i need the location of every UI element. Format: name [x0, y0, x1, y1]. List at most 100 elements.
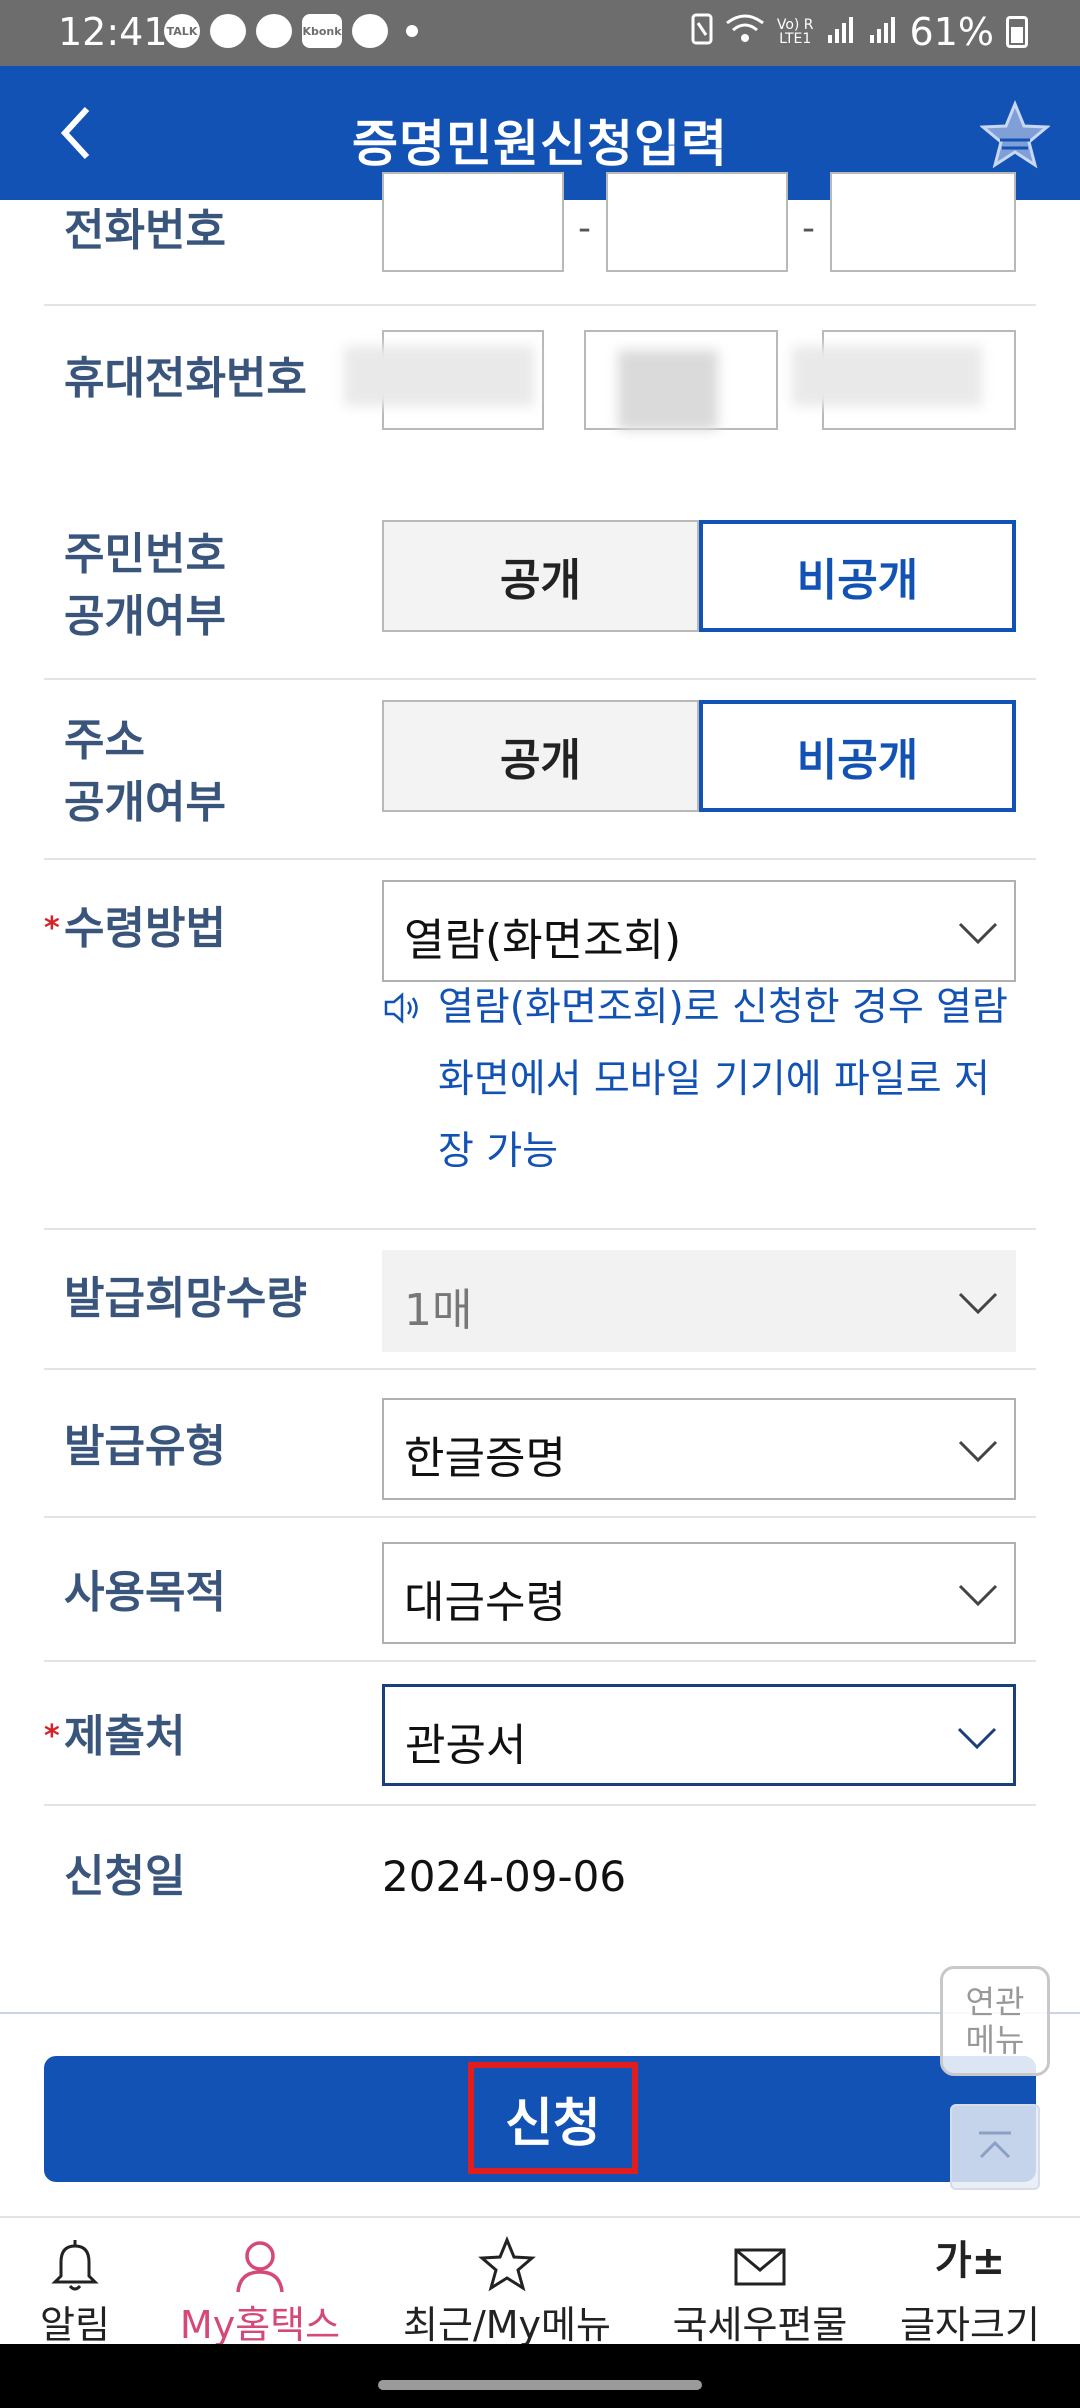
rrn-public-row: 주민번호 공개여부 공개 비공개	[44, 506, 1036, 680]
phone-field-2[interactable]	[606, 172, 788, 272]
submit-to-label: * 제출처	[44, 1706, 186, 1768]
apply-date-value: 2024-09-06	[382, 1852, 627, 1901]
phone-dash-1: -	[578, 208, 591, 249]
redacted-mobile-2	[618, 350, 718, 430]
kakaotalk-icon: TALK	[164, 14, 200, 48]
issue-quantity-value: 1매	[404, 1285, 473, 1336]
signal-icon-2	[868, 10, 898, 54]
more-dot-icon	[406, 25, 418, 37]
status-indicators: Vo) R LTE1 61%	[691, 10, 1028, 54]
phone-field-1[interactable]	[382, 172, 564, 272]
system-nav-bar	[0, 2344, 1080, 2408]
submit-to-select[interactable]: 관공서	[382, 1684, 1016, 1786]
required-mark: *	[44, 1719, 60, 1754]
chevron-down-icon	[958, 1584, 998, 1607]
purpose-label: 사용목적	[64, 1567, 226, 1618]
scroll-top-button[interactable]	[950, 2104, 1040, 2190]
addr-private-option[interactable]: 비공개	[699, 700, 1016, 812]
person-icon	[236, 2241, 284, 2293]
addr-label-line1: 주소	[64, 715, 145, 766]
phone-label: 전화번호	[64, 205, 226, 256]
purpose-row: 사용목적 대금수령	[44, 1518, 1036, 1662]
chevron-down-icon	[958, 922, 998, 945]
tab-alarm-label: 알림	[40, 2303, 110, 2347]
arrow-up-icon	[979, 2131, 1011, 2159]
nfc-icon	[691, 10, 713, 54]
purpose-select[interactable]: 대금수령	[382, 1542, 1016, 1644]
rrn-public-option[interactable]: 공개	[382, 520, 699, 632]
bottom-tab-bar: 알림 My홈택스 최근/My메뉴 국세우편물 가± 글자크기	[0, 2216, 1080, 2347]
wifi-icon	[725, 10, 765, 54]
related-menu-line2: 메뉴	[965, 2021, 1025, 2059]
issue-type-row: 발급유형 한글증명	[44, 1370, 1036, 1518]
chevron-down-icon	[958, 1292, 998, 1315]
tab-recent-menu[interactable]: 최근/My메뉴	[385, 2218, 629, 2347]
mobile-row: 휴대전화번호	[44, 306, 1036, 506]
submit-to-text: 제출처	[64, 1711, 186, 1762]
status-bar: 12:41 TALK Kbonk Vo) R LTE1 61%	[0, 0, 1080, 66]
page-title: 증명민원신청입력	[352, 115, 728, 173]
receive-method-label: * 수령방법	[44, 898, 226, 960]
addr-label-line2: 공개여부	[64, 777, 226, 828]
receive-method-note: 열람(화면조회)로 신청한 경우 열람화면에서 모바일 기기에 파일로 저장 가…	[382, 972, 1022, 1188]
rrn-label-line2: 공개여부	[64, 591, 226, 642]
issue-quantity-select[interactable]: 1매	[382, 1250, 1016, 1352]
favorite-button[interactable]	[979, 100, 1051, 170]
rrn-public-label: 주민번호 공개여부	[64, 524, 226, 648]
tab-my-hometax-label: My홈택스	[179, 2303, 341, 2347]
required-mark: *	[44, 911, 60, 946]
speaker-icon	[384, 992, 418, 1024]
addr-public-row: 주소 공개여부 공개 비공개	[44, 680, 1036, 860]
apply-date-label: 신청일	[64, 1851, 186, 1902]
issue-quantity-row: 발급희망수량 1매	[44, 1230, 1036, 1370]
chevron-down-icon	[957, 1727, 997, 1750]
network-type: Vo) R LTE1	[777, 18, 814, 46]
phone-dash-2: -	[802, 208, 815, 249]
tab-alarm[interactable]: 알림	[0, 2218, 150, 2347]
tab-recent-menu-label: 최근/My메뉴	[403, 2303, 611, 2347]
screen: 12:41 TALK Kbonk Vo) R LTE1 61% 증명민원신청입력…	[0, 0, 1080, 2408]
purpose-value: 대금수령	[404, 1577, 566, 1628]
battery-percent: 61%	[909, 10, 994, 54]
addr-public-label: 주소 공개여부	[64, 710, 226, 834]
related-menu-line1: 연관	[965, 1983, 1025, 2021]
mobile-label: 휴대전화번호	[64, 353, 307, 404]
tab-tax-mail[interactable]: 국세우편물	[655, 2218, 865, 2347]
issue-type-value: 한글증명	[404, 1433, 566, 1484]
status-time: 12:41	[58, 10, 168, 54]
network-bottom-text: LTE1	[779, 31, 812, 47]
receive-method-row: * 수령방법 열람(화면조회) 열람(화면조회)로 신청한 경우 열람화면에서 …	[44, 860, 1036, 1230]
rrn-private-option[interactable]: 비공개	[699, 520, 1016, 632]
issue-type-select[interactable]: 한글증명	[382, 1398, 1016, 1500]
tab-font-size[interactable]: 가± 글자크기	[890, 2218, 1050, 2347]
addr-public-toggle: 공개 비공개	[382, 700, 1016, 812]
section-divider	[0, 2012, 1080, 2014]
phone-field-3[interactable]	[830, 172, 1016, 272]
tab-font-size-label: 글자크기	[900, 2303, 1040, 2347]
redacted-mobile-1	[344, 346, 534, 406]
submit-to-value: 관공서	[405, 1720, 527, 1771]
font-size-icon: 가±	[934, 2238, 1006, 2284]
submit-button-label[interactable]: 신청	[468, 2062, 638, 2174]
rrn-label-line1: 주민번호	[64, 529, 226, 580]
receive-method-select[interactable]: 열람(화면조회)	[382, 880, 1016, 982]
related-menu-button[interactable]: 연관 메뉴	[940, 1966, 1050, 2076]
tab-tax-mail-label: 국세우편물	[672, 2303, 848, 2347]
apply-date-row: 신청일 2024-09-06	[44, 1806, 1036, 1946]
issue-type-label: 발급유형	[64, 1421, 226, 1472]
chat-bubble-icon	[210, 14, 246, 48]
receive-method-value: 열람(화면조회)	[404, 915, 682, 966]
issue-quantity-label: 발급희망수량	[64, 1273, 307, 1324]
addr-public-option[interactable]: 공개	[382, 700, 699, 812]
receive-method-text: 수령방법	[64, 903, 226, 954]
chevron-down-icon	[958, 1440, 998, 1463]
submit-to-row: * 제출처 관공서	[44, 1662, 1036, 1806]
tab-my-hometax[interactable]: My홈택스	[150, 2218, 370, 2347]
mail-icon	[734, 2248, 786, 2286]
redacted-mobile-3	[792, 346, 982, 406]
phone-row: 전화번호 - -	[44, 172, 1036, 306]
signal-icon	[826, 10, 856, 54]
star-icon	[979, 100, 1051, 169]
game-controller-icon	[256, 14, 292, 48]
home-gesture-bar[interactable]	[378, 2380, 702, 2390]
